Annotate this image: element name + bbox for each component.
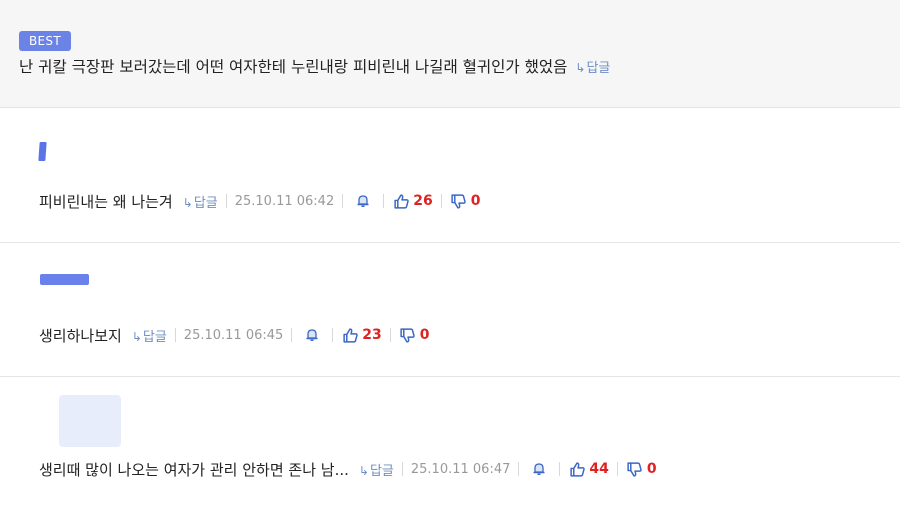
reply-arrow-icon: ↳ [358, 463, 369, 478]
thumbs-down-icon[interactable] [399, 326, 417, 344]
divider [225, 194, 227, 208]
dislike-count: 0 [470, 193, 481, 209]
bell-icon[interactable] [530, 461, 548, 477]
best-post-reply-button[interactable]: ↳답글 [575, 61, 610, 76]
divider [616, 462, 618, 476]
divider [383, 194, 385, 208]
comment-meta: 피비린내는 왜 나는겨 ↳답글 25.10.11 06:42 26 0 [39, 190, 480, 212]
best-badge: BEST [19, 31, 71, 51]
divider [342, 194, 344, 208]
divider [332, 328, 334, 342]
avatar [40, 274, 89, 285]
comment-text: 피비린내는 왜 나는겨 [39, 192, 173, 211]
thumbs-up-icon[interactable] [568, 460, 586, 478]
best-post-body: 난 귀칼 극장판 보러갔는데 어떤 여자한테 누린내랑 피비린내 나길래 혈귀인… [19, 58, 568, 76]
divider [518, 462, 520, 476]
comment-date: 25.10.11 06:45 [183, 327, 284, 343]
comment-text: 생리때 많이 나오는 여자가 관리 안하면 존나 남... [39, 460, 349, 479]
reply-arrow-icon: ↳ [131, 329, 142, 344]
dislike-count: 0 [646, 461, 657, 477]
like-count: 26 [413, 193, 433, 209]
like-count: 23 [362, 327, 382, 343]
comment-date: 25.10.11 06:47 [410, 461, 511, 477]
best-post: BEST 난 귀칼 극장판 보러갔는데 어떤 여자한테 누린내랑 피비린내 나길… [0, 0, 900, 108]
reply-button[interactable]: ↳답글 [183, 192, 218, 211]
bell-icon[interactable] [303, 327, 321, 343]
best-post-text: 난 귀칼 극장판 보러갔는데 어떤 여자한테 누린내랑 피비린내 나길래 혈귀인… [19, 56, 610, 80]
dislike-count: 0 [419, 327, 430, 343]
comment-date: 25.10.11 06:42 [234, 193, 335, 209]
thumbs-up-icon[interactable] [392, 192, 410, 210]
reply-button[interactable]: ↳답글 [132, 326, 167, 345]
thumbs-up-icon[interactable] [341, 326, 359, 344]
divider [389, 328, 391, 342]
avatar [38, 142, 47, 161]
divider [559, 462, 561, 476]
divider [291, 328, 293, 342]
avatar [59, 395, 121, 447]
comment-text: 생리하나보지 [39, 326, 122, 345]
reply-label: 답글 [369, 463, 394, 479]
reply-label: 답글 [142, 329, 167, 345]
comment-item: 생리하나보지 ↳답글 25.10.11 06:45 23 0 [0, 243, 900, 377]
like-count: 44 [589, 461, 609, 477]
reply-label: 답글 [586, 61, 611, 76]
thumbs-down-icon[interactable] [626, 460, 644, 478]
reply-label: 답글 [193, 195, 218, 211]
divider [174, 328, 176, 342]
divider [401, 462, 403, 476]
comment-meta: 생리하나보지 ↳답글 25.10.11 06:45 23 0 [39, 324, 430, 346]
reply-arrow-icon: ↳ [575, 61, 586, 75]
thumbs-down-icon[interactable] [450, 192, 468, 210]
reply-button[interactable]: ↳답글 [359, 460, 394, 479]
bell-icon[interactable] [354, 193, 372, 209]
comment-meta: 생리때 많이 나오는 여자가 관리 안하면 존나 남... ↳답글 25.10.… [39, 458, 657, 480]
divider [440, 194, 442, 208]
comment-item: 생리때 많이 나오는 여자가 관리 안하면 존나 남... ↳답글 25.10.… [0, 377, 900, 512]
comment-item: 피비린내는 왜 나는겨 ↳답글 25.10.11 06:42 26 0 [0, 108, 900, 243]
reply-arrow-icon: ↳ [182, 195, 193, 210]
